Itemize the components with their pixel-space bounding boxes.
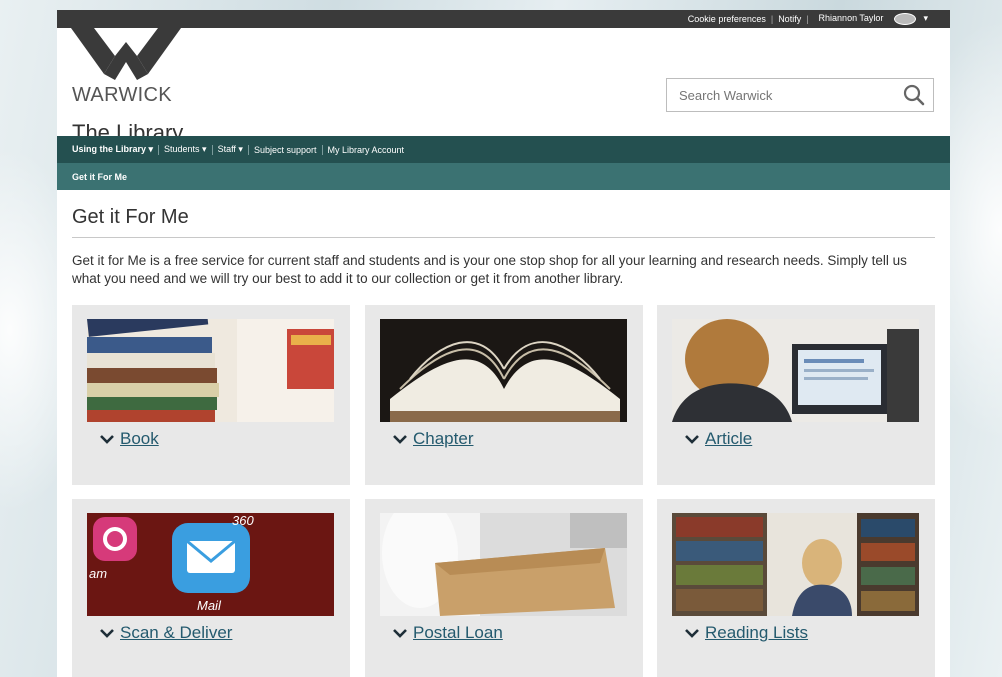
nav-get-it-for-me[interactable]: Get it For Me [72, 172, 127, 182]
secondary-nav: Get it For Me [57, 163, 950, 190]
library-shelves-image [672, 513, 919, 616]
nav-using-the-library[interactable]: Using the Library ▾ [72, 144, 158, 155]
nav-students[interactable]: Students ▾ [159, 144, 212, 155]
user-name: Rhiannon Taylor [818, 13, 884, 24]
chevron-down-icon [100, 629, 114, 638]
primary-nav: Using the Library ▾ Students ▾ Staff ▾ S… [57, 136, 950, 163]
scan-deliver-link[interactable]: Scan & Deliver [120, 623, 232, 643]
person-at-computer-image [672, 319, 919, 422]
avatar [893, 13, 916, 25]
card-label[interactable]: Chapter [392, 429, 473, 449]
chapter-link[interactable]: Chapter [413, 429, 473, 449]
cookie-preferences-link[interactable]: Cookie preferences [683, 14, 771, 24]
library-page: Cookie preferences | Notify | Rhiannon T… [57, 10, 950, 677]
nav-my-library-account[interactable]: My Library Account [323, 145, 410, 155]
svg-text:Mail: Mail [197, 598, 222, 613]
postal-loan-link[interactable]: Postal Loan [413, 623, 503, 643]
intro-text: Get it for Me is a free service for curr… [72, 253, 907, 286]
chevron-down-icon [100, 435, 114, 444]
book-link[interactable]: Book [120, 429, 159, 449]
search-box [666, 78, 934, 112]
user-menu[interactable]: Rhiannon Taylor ▾ [809, 13, 938, 25]
card-label[interactable]: Scan & Deliver [99, 623, 232, 643]
card-label[interactable]: Postal Loan [392, 623, 503, 643]
card-label[interactable]: Book [99, 429, 159, 449]
notify-link[interactable]: Notify [773, 14, 806, 24]
svg-text:am: am [89, 566, 107, 581]
nav-staff[interactable]: Staff ▾ [213, 144, 248, 155]
card-chapter[interactable]: Chapter [365, 305, 643, 485]
svg-text:360: 360 [232, 513, 254, 528]
phone-apps-image: Mail 360 am [87, 513, 334, 616]
card-label[interactable]: Article [684, 429, 752, 449]
nav-subject-support[interactable]: Subject support [249, 145, 322, 155]
card-book[interactable]: Book [72, 305, 350, 485]
parcel-image [380, 513, 627, 616]
search-icon[interactable] [903, 84, 925, 106]
reading-lists-link[interactable]: Reading Lists [705, 623, 808, 643]
chevron-down-icon [685, 629, 699, 638]
caret-down-icon: ▾ [923, 13, 928, 24]
card-label[interactable]: Reading Lists [684, 623, 808, 643]
chevron-down-icon [393, 435, 407, 444]
warwick-logo[interactable] [71, 28, 181, 84]
search-input[interactable] [677, 86, 903, 104]
utility-bar: Cookie preferences | Notify | Rhiannon T… [57, 10, 950, 28]
site-header: WARWICK The Library [57, 28, 950, 145]
open-book-image [380, 319, 627, 422]
logo-text: WARWICK [72, 84, 172, 106]
books-stack-image [87, 319, 334, 422]
article-link[interactable]: Article [705, 429, 752, 449]
page-title: Get it For Me [72, 206, 935, 238]
card-postal-loan[interactable]: Postal Loan [365, 499, 643, 677]
card-reading-lists[interactable]: Reading Lists [657, 499, 935, 677]
main-content: Get it For Me Get it for Me is a free se… [72, 190, 935, 677]
card-article[interactable]: Article [657, 305, 935, 485]
card-scan-deliver[interactable]: Mail 360 am Scan & Deliver [72, 499, 350, 677]
chevron-down-icon [393, 629, 407, 638]
chevron-down-icon [685, 435, 699, 444]
